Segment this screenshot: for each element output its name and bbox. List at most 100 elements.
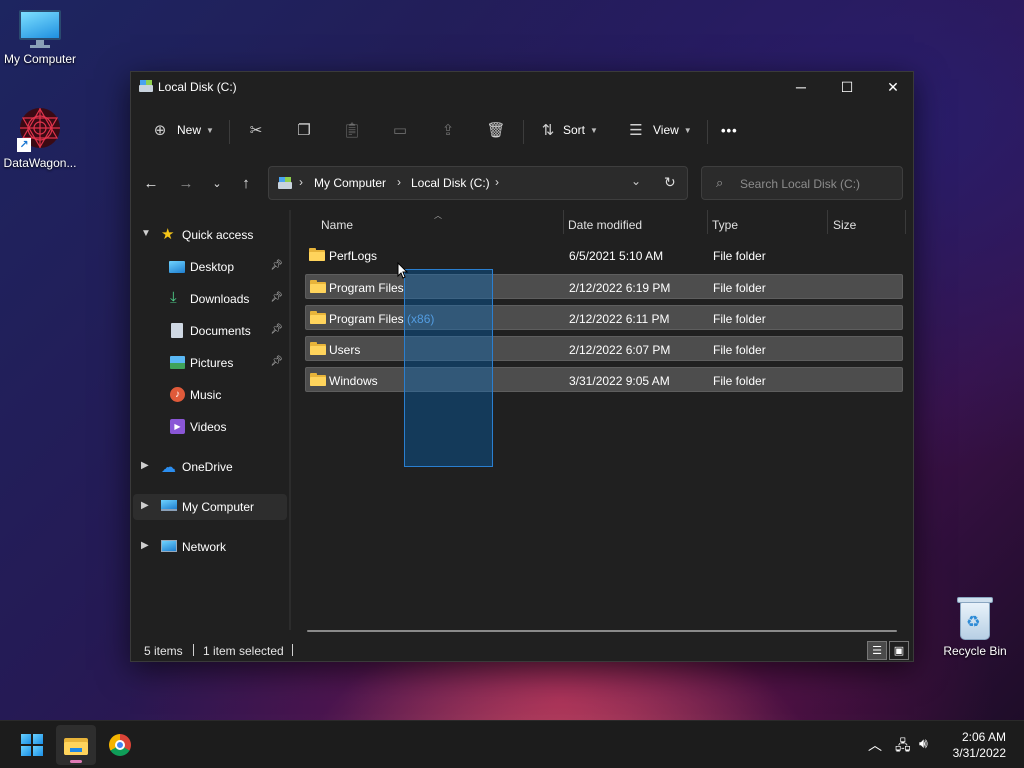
show-hidden-icons-button[interactable]: ︿	[868, 735, 882, 755]
file-row[interactable]: PerfLogs 6/5/2021 5:10 AM File folder	[305, 243, 903, 268]
minimize-button[interactable]: ─	[778, 72, 824, 102]
toolbar-divider	[707, 120, 708, 144]
search-icon: ⌕	[716, 175, 724, 190]
chevron-down-icon: ▼	[590, 125, 598, 135]
up-button[interactable]: ↑	[234, 172, 258, 194]
file-name: Windows	[329, 374, 378, 388]
column-header-label: Type	[712, 218, 739, 232]
pin-icon: 📌︎	[270, 260, 283, 271]
forward-button[interactable]: →	[174, 172, 198, 194]
file-row[interactable]: Windows 3/31/2022 9:05 AM File folder	[305, 367, 903, 392]
file-type: File folder	[713, 374, 766, 388]
chevron-down-icon: ▼	[206, 125, 214, 135]
toolbar-divider	[229, 120, 230, 144]
delete-button[interactable]: 🗑︎	[485, 118, 507, 142]
file-type: File folder	[713, 312, 766, 326]
sidebar-item-label: OneDrive	[182, 460, 233, 474]
desktop-icon-my-computer[interactable]: My Computer	[0, 10, 80, 66]
sidebar-item-downloads[interactable]: ⤓ Downloads 📌︎	[133, 286, 287, 312]
column-header-date[interactable]: Date modified	[563, 210, 707, 238]
sidebar-item-label: Videos	[190, 420, 227, 434]
sidebar-item-videos[interactable]: ▶ Videos	[133, 414, 287, 440]
sidebar-item-network[interactable]: ▶ Network	[133, 534, 287, 560]
new-button-label: New	[177, 123, 202, 137]
sort-button[interactable]: ⇅ Sort ▼	[537, 118, 598, 142]
sidebar-item-label: Desktop	[190, 260, 235, 274]
folder-icon	[310, 342, 326, 355]
back-button[interactable]: ←	[139, 172, 163, 194]
navigation-row: ← → ⌄ ↑ › My Computer › Local Disk (C:) …	[131, 164, 913, 202]
new-button[interactable]: ⊕ New ▼	[149, 118, 214, 142]
sidebar-item-quick-access[interactable]: ▼ ★ Quick access	[133, 222, 287, 248]
sidebar-item-my-computer[interactable]: ▶ My Computer	[133, 494, 287, 520]
file-row[interactable]: Program Files (x86) 2/12/2022 6:11 PM Fi…	[305, 305, 903, 330]
file-date: 2/12/2022 6:19 PM	[569, 281, 671, 295]
more-options-button[interactable]: •••	[721, 118, 738, 142]
music-note-icon: ♪	[170, 387, 185, 402]
command-bar: ⊕ New ▼ ✂ ❐ 📋︎ ▭ ⇪ 🗑︎ ⇅ Sort ▼ ☰ View ▼ …	[131, 108, 913, 152]
details-view-icon: ☰	[872, 645, 882, 657]
address-dropdown-icon[interactable]: ⌄	[631, 174, 641, 188]
file-name-text: Users	[329, 343, 361, 357]
refresh-icon[interactable]: ↻	[664, 174, 676, 191]
recent-locations-button[interactable]: ⌄	[205, 172, 229, 194]
arrow-up-icon: ↑	[242, 174, 250, 192]
paste-button[interactable]: 📋︎	[341, 118, 363, 142]
network-status-icon[interactable]: 🖧︎	[895, 735, 911, 759]
file-row[interactable]: Program Files 2/12/2022 6:19 PM File fol…	[305, 274, 903, 299]
pin-icon: 📌︎	[270, 324, 283, 335]
large-icons-view-button[interactable]: ▣	[889, 641, 909, 660]
folder-icon	[310, 373, 326, 386]
desktop-icon-datawagon[interactable]: ↗ DataWagon...	[0, 106, 80, 170]
maximize-button[interactable]: ☐	[824, 72, 870, 102]
pin-icon: 📌︎	[270, 292, 283, 303]
desktop-icon-recycle-bin[interactable]: ♻ Recycle Bin	[935, 596, 1015, 658]
rename-button[interactable]: ▭	[389, 118, 411, 142]
view-button[interactable]: ☰ View ▼	[625, 118, 692, 142]
column-header-label: Name	[321, 218, 354, 232]
sidebar-item-music[interactable]: ♪ Music	[133, 382, 287, 408]
mouse-cursor-icon	[397, 262, 409, 279]
status-divider	[193, 644, 194, 656]
rename-icon: ▭	[392, 122, 408, 139]
search-box[interactable]: ⌕	[701, 166, 903, 200]
file-type: File folder	[713, 281, 766, 295]
taskbar-chrome[interactable]	[100, 725, 140, 765]
cut-button[interactable]: ✂	[245, 118, 267, 142]
file-explorer-icon	[64, 735, 88, 755]
breadcrumb-my-computer[interactable]: My Computer	[314, 176, 386, 190]
status-bar: 5 items 1 item selected ☰ ▣	[131, 640, 913, 662]
file-name-text: PerfLogs	[329, 249, 378, 263]
file-row[interactable]: Users 2/12/2022 6:07 PM File folder	[305, 336, 903, 361]
details-view-button[interactable]: ☰	[867, 641, 887, 660]
sidebar-item-onedrive[interactable]: ▶ ☁ OneDrive	[133, 454, 287, 480]
share-button[interactable]: ⇪	[437, 118, 459, 142]
network-icon	[161, 540, 177, 552]
column-header-size[interactable]: Size	[827, 210, 905, 238]
taskbar-file-explorer[interactable]	[56, 725, 96, 765]
start-button[interactable]	[12, 725, 52, 765]
copy-button[interactable]: ❐	[293, 118, 315, 142]
horizontal-scrollbar[interactable]	[307, 630, 897, 632]
file-type: File folder	[713, 249, 766, 263]
close-button[interactable]: ✕	[870, 72, 916, 102]
column-divider[interactable]	[905, 210, 906, 234]
address-bar[interactable]: › My Computer › Local Disk (C:) › ⌄ ↻	[268, 166, 688, 200]
column-header-name[interactable]: Name	[305, 210, 561, 238]
volume-icon[interactable]: 🔊︎	[919, 735, 928, 752]
file-name: Users	[329, 343, 360, 357]
sidebar-item-documents[interactable]: Documents 📌︎	[133, 318, 287, 344]
chevron-down-icon: ▼	[683, 125, 692, 135]
sidebar-item-desktop[interactable]: Desktop 📌︎	[133, 254, 287, 280]
star-icon: ★	[161, 226, 175, 243]
clock-time: 2:06 AM	[961, 730, 1006, 744]
sidebar-item-pictures[interactable]: Pictures 📌︎	[133, 350, 287, 376]
breadcrumb-local-disk[interactable]: Local Disk (C:)	[411, 176, 490, 190]
title-bar[interactable]: Local Disk (C:) ─ ☐ ✕	[131, 72, 913, 102]
column-header-type[interactable]: Type	[707, 210, 827, 238]
shortcut-arrow-icon: ↗	[17, 138, 31, 152]
desktop-icon-label: DataWagon...	[3, 156, 77, 170]
system-clock[interactable]: 2:06 AM 3/31/2022	[953, 729, 1006, 761]
search-input[interactable]	[740, 175, 890, 193]
desktop-icon	[169, 261, 185, 273]
